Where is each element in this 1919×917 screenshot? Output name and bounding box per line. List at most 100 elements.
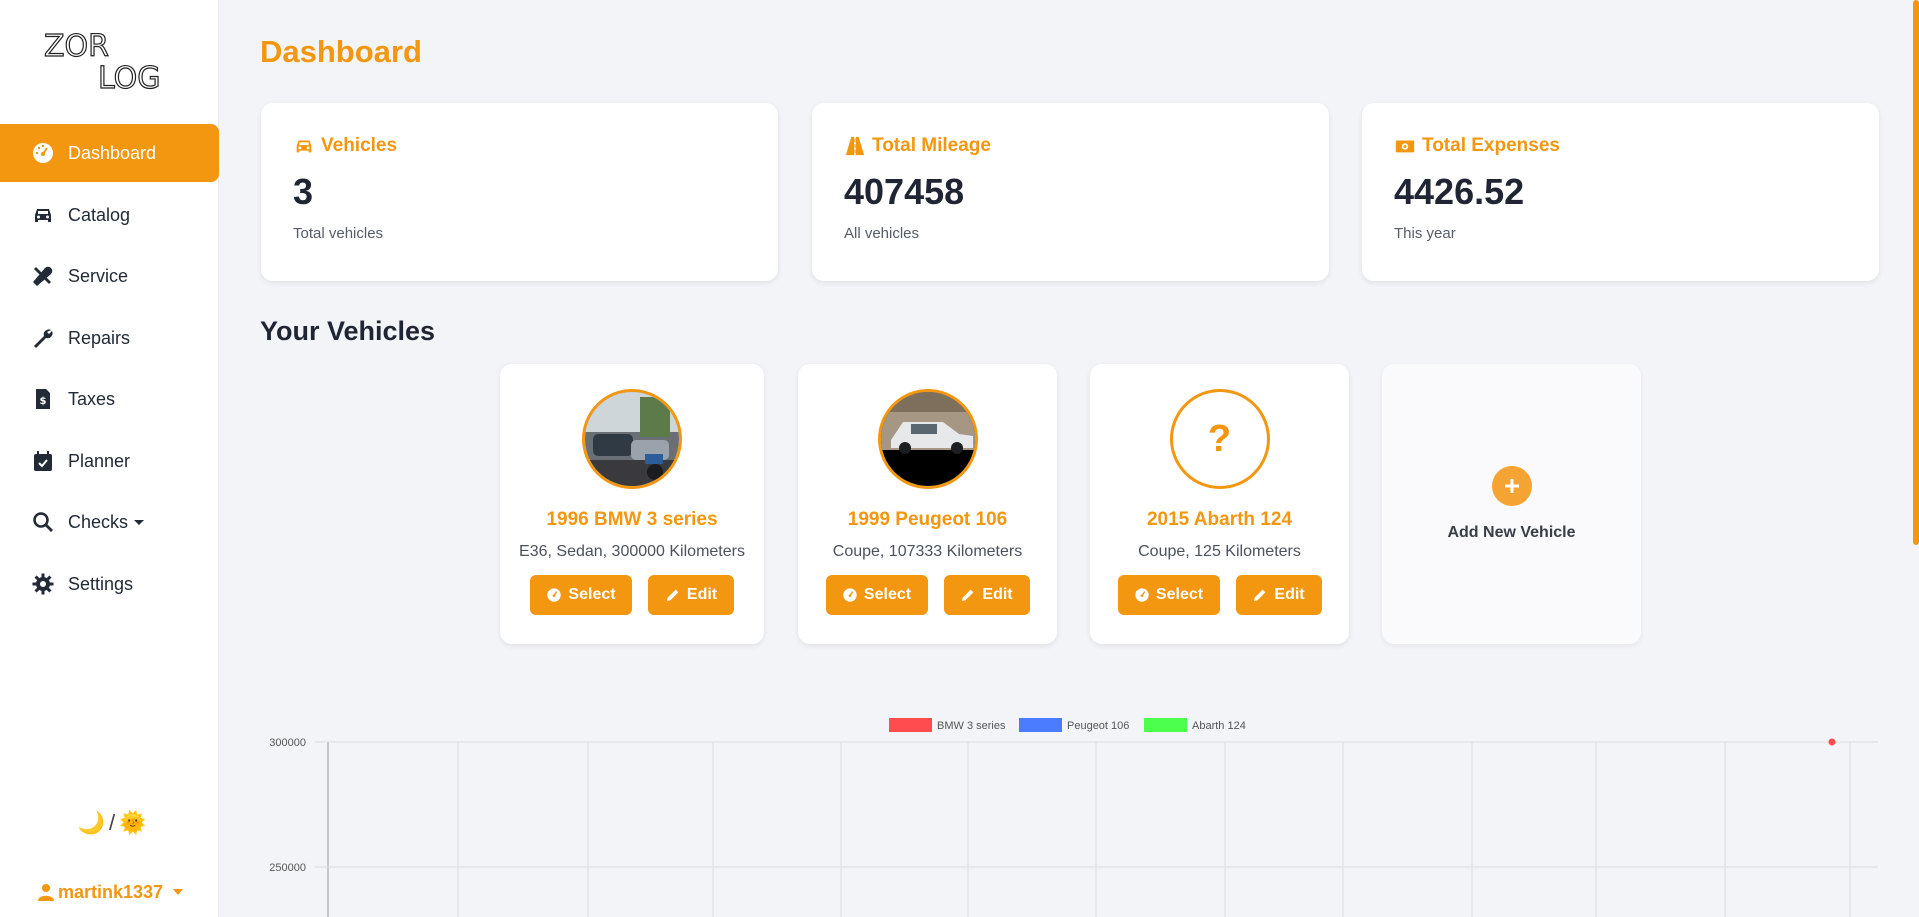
- vehicle-actions: Select Edit: [530, 575, 734, 615]
- chart-points: [1828, 738, 1836, 746]
- sidebar-item-taxes[interactable]: $ Taxes: [0, 370, 219, 428]
- stat-heading: Total Mileage: [844, 135, 1297, 157]
- sidebar-item-checks[interactable]: Checks: [0, 493, 219, 551]
- stat-value: 3: [293, 171, 314, 212]
- edit-label: Edit: [1274, 586, 1305, 603]
- zorlog-logo[interactable]: ZOR LOG: [42, 28, 178, 92]
- chart-point: [1828, 738, 1836, 746]
- edit-vehicle-button[interactable]: Edit: [943, 575, 1030, 615]
- dashboard-gauge-icon: [30, 140, 56, 166]
- stat-card-expenses: Total Expenses 4426.52 This year: [1362, 103, 1879, 281]
- section-title: Your Vehicles: [260, 316, 436, 346]
- vehicle-photo-placeholder: ?: [1169, 389, 1270, 489]
- theme-toggle[interactable]: 🌙 / 🌞: [72, 805, 152, 841]
- pencil-icon: [1254, 589, 1266, 601]
- sidebar-item-planner[interactable]: Planner: [0, 432, 219, 490]
- chart-y-axis: 300000 250000: [269, 737, 306, 874]
- wrench-icon: [30, 325, 56, 351]
- stat-subtext: Total vehicles: [293, 225, 384, 242]
- chevron-down-icon: [134, 519, 145, 525]
- sidebar-item-label: Settings: [68, 573, 134, 594]
- vehicle-name: 1999 Peugeot 106: [847, 509, 1008, 530]
- placeholder-question-mark: ?: [1207, 417, 1232, 460]
- dashboard-gauge-icon: [843, 588, 857, 602]
- chart-legend-swatch: [1144, 718, 1187, 732]
- chart-legend-item: Peugeot 106: [1019, 718, 1129, 732]
- chart-legend-swatch: [889, 718, 932, 732]
- stat-heading: Total Expenses: [1394, 135, 1847, 157]
- logo-text-bottom: LOG: [98, 61, 161, 92]
- username: martink1337: [58, 881, 164, 902]
- moon-icon: 🌙: [77, 810, 105, 835]
- chevron-down-icon: [173, 889, 184, 895]
- dashboard-gauge-icon: [547, 588, 562, 602]
- vehicle-photo: [582, 389, 682, 489]
- stat-label: Total Expenses: [1422, 135, 1560, 156]
- vehicle-description: Coupe, 125 Kilometers: [1138, 543, 1301, 560]
- select-vehicle-button[interactable]: Select: [1117, 575, 1220, 615]
- vehicle-actions: Select Edit: [825, 575, 1030, 615]
- select-label: Select: [568, 586, 616, 603]
- dashboard-gauge-icon: [1135, 588, 1149, 602]
- sidebar-item-label: Repairs: [68, 327, 131, 348]
- chart-legend-label: Peugeot 106: [1067, 720, 1129, 732]
- svg-text:$: $: [40, 396, 47, 407]
- car-icon: [296, 140, 312, 153]
- pencil-icon: [666, 589, 679, 601]
- chart-grid: [315, 741, 1878, 917]
- select-label: Select: [1155, 586, 1204, 603]
- stat-label: Total Mileage: [872, 135, 991, 156]
- chart-legend-label: BMW 3 series: [937, 720, 1006, 732]
- sidebar: ZOR LOG Dashboard Catalog Service Repair…: [0, 0, 219, 917]
- sidebar-item-repairs[interactable]: Repairs: [0, 309, 219, 367]
- search-icon: [30, 509, 56, 535]
- tools-icon: [30, 263, 56, 289]
- chart-legend-swatch: [1019, 718, 1062, 732]
- money-bill-icon: [1395, 140, 1415, 153]
- mileage-chart: BMW 3 series Peugeot 106 Abarth 124 300000…: [269, 718, 1878, 917]
- invoice-dollar-icon: $: [30, 386, 56, 412]
- edit-vehicle-button[interactable]: Edit: [1235, 575, 1322, 615]
- edit-label: Edit: [686, 586, 718, 603]
- select-vehicle-button[interactable]: Select: [530, 575, 632, 615]
- sidebar-item-settings[interactable]: Settings: [0, 555, 219, 613]
- sidebar-item-service[interactable]: Service: [0, 247, 219, 305]
- vehicle-card: 1999 Peugeot 106 Coupe, 107333 Kilometer…: [798, 364, 1057, 644]
- stat-value: 4426.52: [1394, 171, 1525, 212]
- vehicle-description: E36, Sedan, 300000 Kilometers: [519, 543, 745, 560]
- user-icon: [38, 884, 54, 901]
- sidebar-item-label: Checks: [68, 511, 129, 532]
- stat-subtext: This year: [1394, 225, 1456, 242]
- vehicle-card: ? 2015 Abarth 124 Coupe, 125 Kilometers …: [1090, 364, 1349, 644]
- sun-icon: 🌞: [119, 810, 147, 835]
- user-menu[interactable]: martink1337: [38, 878, 184, 906]
- pencil-icon: [962, 589, 974, 601]
- car-icon: [30, 202, 56, 228]
- scrollbar-thumb[interactable]: [1913, 0, 1919, 545]
- logo-text-top: ZOR: [44, 29, 109, 64]
- edit-label: Edit: [982, 586, 1013, 603]
- chart-legend-label: Abarth 124: [1192, 720, 1246, 732]
- select-label: Select: [863, 586, 912, 603]
- sidebar-item-label: Service: [68, 265, 129, 286]
- select-vehicle-button[interactable]: Select: [825, 575, 928, 615]
- stat-card-mileage: Total Mileage 407458 All vehicles: [812, 103, 1329, 281]
- chart-y-tick-label: 300000: [269, 737, 306, 749]
- sidebar-item-dashboard[interactable]: Dashboard: [0, 124, 219, 182]
- sidebar-item-label: Planner: [68, 450, 131, 471]
- chart-y-tick-label: 250000: [269, 862, 306, 874]
- vehicle-card: 1996 BMW 3 series E36, Sedan, 300000 Kil…: [500, 364, 764, 644]
- vehicle-actions: Select Edit: [1117, 575, 1322, 615]
- edit-vehicle-button[interactable]: Edit: [648, 575, 734, 615]
- vehicle-description: Coupe, 107333 Kilometers: [832, 543, 1023, 560]
- chart-legend-item: BMW 3 series: [889, 718, 1006, 732]
- stat-heading: Vehicles: [293, 135, 746, 157]
- sidebar-item-label: Dashboard: [68, 142, 157, 163]
- vehicle-name: 1996 BMW 3 series: [546, 509, 718, 530]
- plus-icon: [1491, 466, 1532, 506]
- sidebar-item-label: Taxes: [68, 388, 116, 409]
- add-vehicle-card[interactable]: Add New Vehicle: [1382, 364, 1641, 644]
- road-icon: [845, 136, 865, 156]
- stat-card-vehicles: Vehicles 3 Total vehicles: [261, 103, 778, 281]
- sidebar-item-catalog[interactable]: Catalog: [0, 186, 219, 244]
